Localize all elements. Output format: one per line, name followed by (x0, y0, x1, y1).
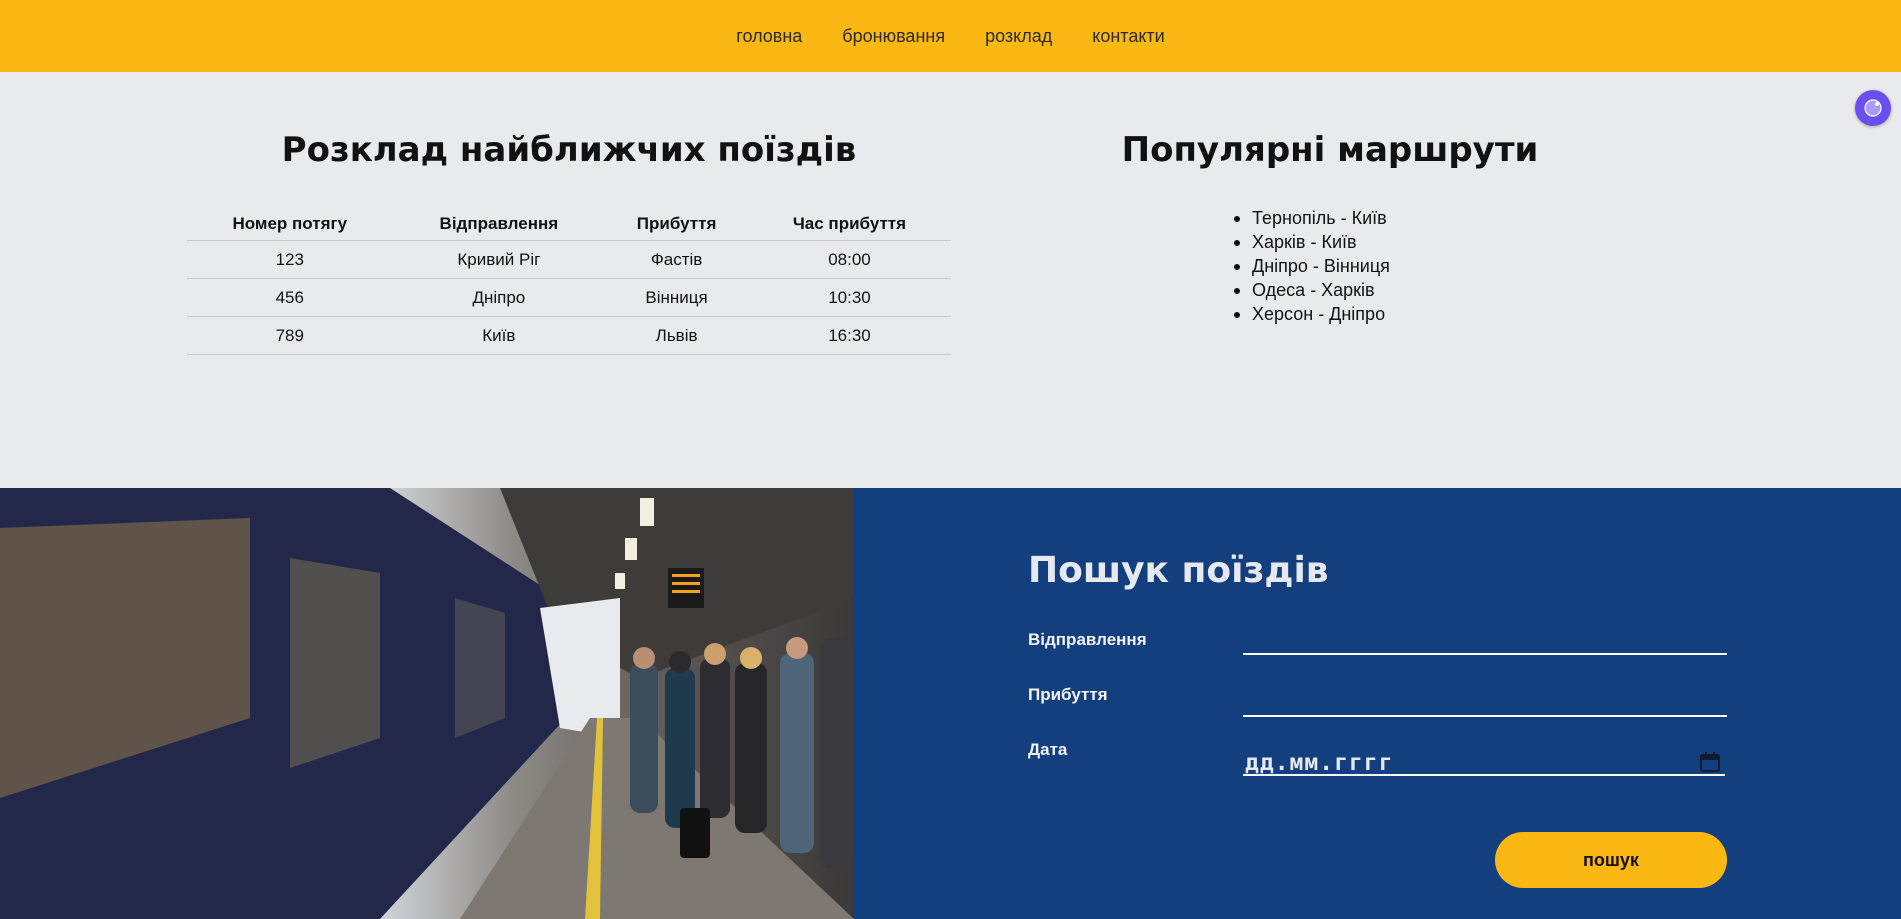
table-row: 456 Дніпро Вінниця 10:30 (187, 278, 951, 317)
arrival-label: Прибуття (1028, 685, 1108, 704)
assistant-widget-button[interactable] (1855, 90, 1891, 126)
nav-link-contacts[interactable]: контакти (1092, 26, 1164, 47)
header-train-number: Номер потягу (187, 214, 393, 241)
cell-train-number: 789 (187, 316, 393, 355)
train-search-panel: Пошук поїздів Відправлення Прибуття Дата… (854, 488, 1901, 919)
table-row: 123 Кривий Ріг Фастів 08:00 (187, 240, 951, 279)
cell-departure: Київ (392, 316, 606, 355)
list-item: Херсон - Дніпро (1234, 302, 1722, 326)
nav-link-home[interactable]: головна (736, 26, 802, 47)
schedule-section: Розклад найближчих поїздів Номер потягу … (187, 130, 951, 355)
cell-departure: Кривий Ріг (392, 240, 606, 279)
popular-routes-section: Популярні маршрути Тернопіль - Київ Харк… (1086, 130, 1574, 326)
header-departure: Відправлення (392, 214, 606, 241)
cell-arrival: Вінниця (605, 278, 748, 317)
date-input[interactable]: дд.мм.гггг (1245, 750, 1393, 776)
list-item: Дніпро - Вінниця (1234, 254, 1722, 278)
cell-train-number: 123 (187, 240, 393, 279)
nav-link-schedule[interactable]: розклад (985, 26, 1052, 47)
departure-input[interactable] (1243, 653, 1727, 655)
table-header-row: Номер потягу Відправлення Прибуття Час п… (187, 214, 951, 241)
assistant-widget-icon (1864, 99, 1882, 117)
search-button[interactable]: пошук (1495, 832, 1727, 888)
table-row: 789 Київ Львів 16:30 (187, 316, 951, 355)
routes-title: Популярні маршрути (1121, 130, 1539, 170)
list-item: Одеса - Харків (1234, 278, 1722, 302)
nav-link-booking[interactable]: бронювання (842, 26, 945, 47)
header-arrival-time: Час прибуття (747, 214, 951, 241)
schedule-title: Розклад найближчих поїздів (281, 130, 857, 170)
routes-list: Тернопіль - Київ Харків - Київ Дніпро - … (1234, 206, 1722, 326)
list-item: Тернопіль - Київ (1234, 206, 1722, 230)
search-title: Пошук поїздів (1028, 550, 1329, 591)
date-label: Дата (1028, 740, 1068, 759)
cell-arrival-time: 08:00 (747, 240, 951, 279)
departure-label: Відправлення (1028, 630, 1147, 649)
top-nav: головна бронювання розклад контакти (0, 0, 1901, 72)
date-underline (1243, 774, 1725, 776)
cell-arrival-time: 10:30 (747, 278, 951, 317)
cell-arrival-time: 16:30 (747, 316, 951, 355)
train-platform-photo (0, 488, 854, 919)
list-item: Харків - Київ (1234, 230, 1722, 254)
arrival-input[interactable] (1243, 715, 1727, 717)
cell-departure: Дніпро (392, 278, 606, 317)
calendar-icon[interactable] (1698, 750, 1722, 774)
schedule-table: Номер потягу Відправлення Прибуття Час п… (187, 214, 951, 355)
cell-arrival: Фастів (605, 240, 748, 279)
cell-arrival: Львів (605, 316, 748, 355)
train-photo-illustration (0, 488, 854, 919)
header-arrival: Прибуття (605, 214, 748, 241)
cell-train-number: 456 (187, 278, 393, 317)
